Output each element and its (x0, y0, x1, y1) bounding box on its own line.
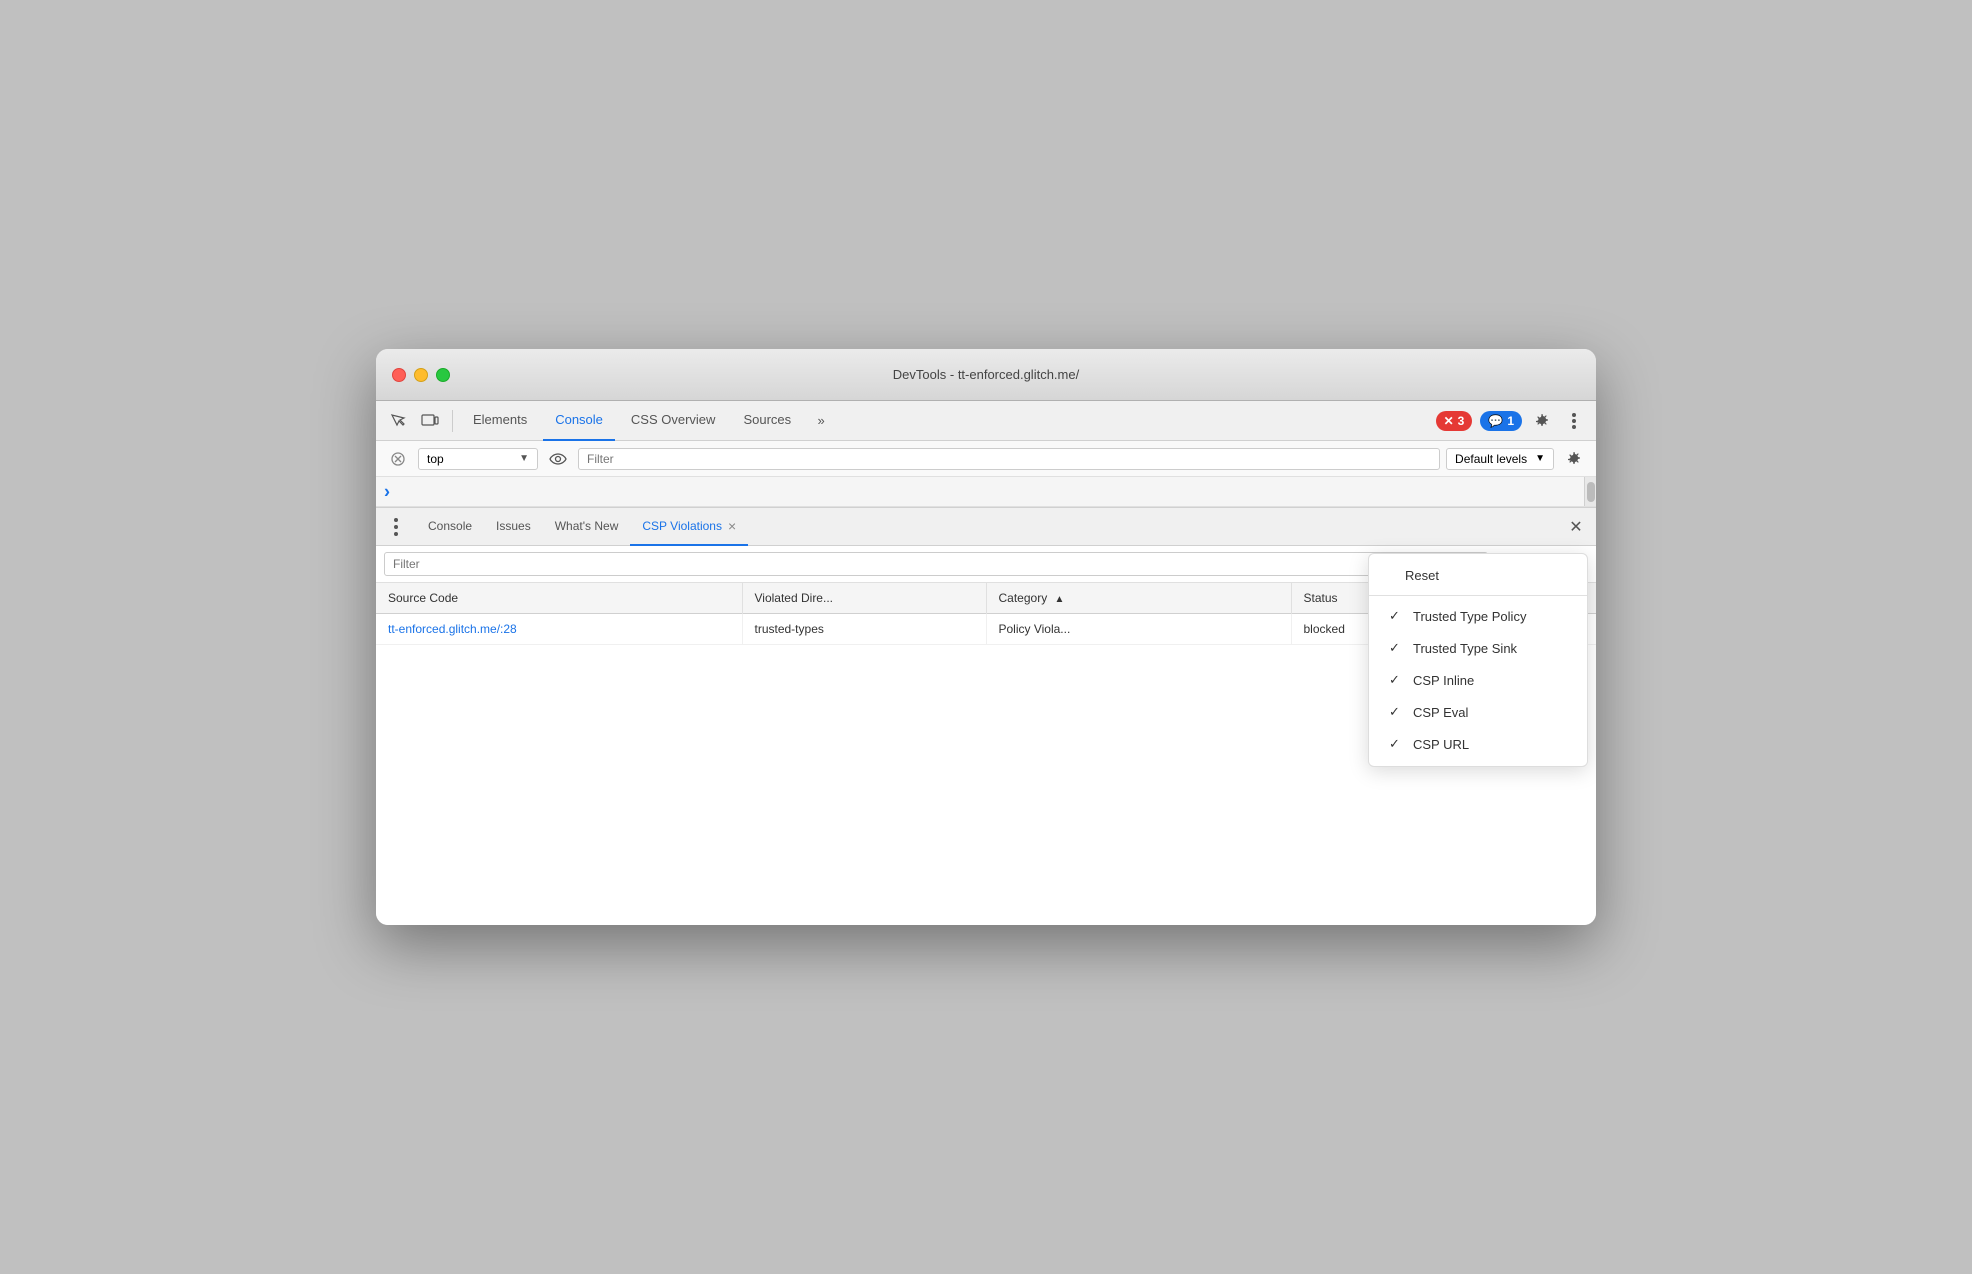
categories-dropdown-container: Categories ▼ Reset ✓ Trusted Type Policy… (1488, 553, 1588, 575)
tab-css-overview[interactable]: CSS Overview (619, 401, 728, 441)
cell-violated-directive: trusted-types (742, 614, 986, 645)
context-selector[interactable]: top ▼ (418, 448, 538, 470)
devtools-window: DevTools - tt-enforced.glitch.me/ Elemen… (376, 349, 1596, 925)
col-violated-directive: Violated Dire... (742, 583, 986, 614)
tab-console[interactable]: Console (543, 401, 615, 441)
col-category[interactable]: Category ▲ (986, 583, 1291, 614)
tab-elements[interactable]: Elements (461, 401, 539, 441)
check-trusted-type-sink: ✓ (1389, 640, 1405, 656)
reset-categories-button[interactable]: Reset (1369, 560, 1587, 591)
check-csp-inline: ✓ (1389, 672, 1405, 688)
close-bottom-panel-button[interactable]: ✕ (1564, 515, 1588, 539)
tab-csp-violations-panel[interactable]: CSP Violations × (630, 508, 748, 546)
toolbar-divider-1 (452, 410, 453, 432)
traffic-lights (392, 368, 450, 382)
bottom-panel: Console Issues What's New CSP Violations… (376, 507, 1596, 925)
console-toolbar: top ▼ Default levels ▼ (376, 441, 1596, 477)
categories-dropdown-menu: Reset ✓ Trusted Type Policy ✓ Trusted Ty… (1368, 553, 1588, 767)
category-trusted-type-sink[interactable]: ✓ Trusted Type Sink (1369, 632, 1587, 664)
panel-tabs: Console Issues What's New CSP Violations… (376, 508, 1596, 546)
devtools-toolbar: Elements Console CSS Overview Sources » … (376, 401, 1596, 441)
tab-console-panel[interactable]: Console (416, 508, 484, 546)
error-badge[interactable]: ✕ 3 (1436, 411, 1473, 431)
source-link[interactable]: tt-enforced.glitch.me/:28 (388, 622, 517, 636)
sort-indicator: ▲ (1055, 594, 1065, 605)
check-trusted-type-policy: ✓ (1389, 608, 1405, 624)
dropdown-divider (1369, 595, 1587, 596)
csp-filter-input[interactable] (384, 552, 1488, 576)
kebab-menu-button[interactable] (1560, 407, 1588, 435)
info-badge[interactable]: 💬 1 (1480, 411, 1522, 431)
category-trusted-type-policy[interactable]: ✓ Trusted Type Policy (1369, 600, 1587, 632)
clear-console-button[interactable] (384, 445, 412, 473)
tab-whats-new-panel[interactable]: What's New (543, 508, 631, 546)
check-csp-eval: ✓ (1389, 704, 1405, 720)
close-button[interactable] (392, 368, 406, 382)
category-csp-url[interactable]: ✓ CSP URL (1369, 728, 1587, 760)
console-filter-input[interactable] (578, 448, 1440, 470)
panel-tab-menu[interactable] (384, 515, 408, 539)
scroll-indicator: › (384, 481, 390, 502)
scroll-area: › (376, 477, 1596, 507)
minimize-button[interactable] (414, 368, 428, 382)
category-csp-eval[interactable]: ✓ CSP Eval (1369, 696, 1587, 728)
category-csp-inline[interactable]: ✓ CSP Inline (1369, 664, 1587, 696)
filter-bar: Categories ▼ Reset ✓ Trusted Type Policy… (376, 546, 1596, 583)
tab-issues-panel[interactable]: Issues (484, 508, 543, 546)
levels-dropdown[interactable]: Default levels ▼ (1446, 448, 1554, 470)
close-csp-tab[interactable]: × (728, 518, 736, 534)
more-tabs-button[interactable]: » (807, 407, 835, 435)
eye-filter-button[interactable] (544, 445, 572, 473)
settings-button[interactable] (1528, 407, 1556, 435)
inspect-element-button[interactable] (384, 407, 412, 435)
col-source-code: Source Code (376, 583, 742, 614)
maximize-button[interactable] (436, 368, 450, 382)
cell-source: tt-enforced.glitch.me/:28 (376, 614, 742, 645)
cell-category: Policy Viola... (986, 614, 1291, 645)
tab-sources[interactable]: Sources (731, 401, 803, 441)
check-csp-url: ✓ (1389, 736, 1405, 752)
window-title: DevTools - tt-enforced.glitch.me/ (893, 367, 1079, 382)
title-bar: DevTools - tt-enforced.glitch.me/ (376, 349, 1596, 401)
device-toolbar-button[interactable] (416, 407, 444, 435)
console-settings-button[interactable] (1560, 445, 1588, 473)
